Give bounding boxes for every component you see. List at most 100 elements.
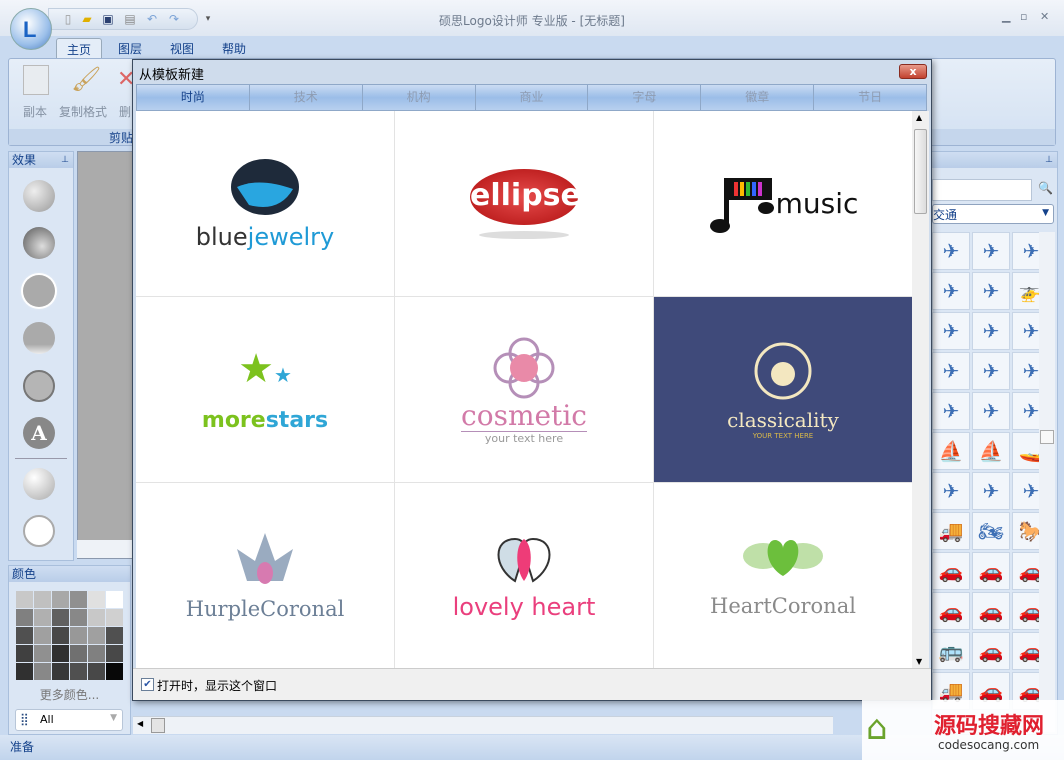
color-swatch[interactable] (52, 663, 69, 680)
color-swatch[interactable] (88, 627, 105, 644)
shape-item-icon[interactable]: 🚚 (932, 512, 970, 550)
copy-format-button[interactable]: 复制格式 (59, 103, 107, 120)
shape-item-icon[interactable]: ✈ (972, 272, 1010, 310)
shape-item-icon[interactable]: ✈ (972, 352, 1010, 390)
template-lovely-heart[interactable]: lovely heart (395, 483, 653, 668)
color-swatch[interactable] (106, 663, 123, 680)
shape-item-icon[interactable]: 🚗 (932, 552, 970, 590)
palette-select[interactable]: ⣿ All ▼ (15, 709, 123, 731)
horizontal-scrollbar[interactable]: ◀ (133, 716, 833, 734)
color-swatch[interactable] (88, 645, 105, 662)
color-swatch[interactable] (52, 609, 69, 626)
open-icon[interactable]: ▰ (80, 12, 94, 26)
color-swatch[interactable] (52, 645, 69, 662)
color-swatch[interactable] (70, 591, 87, 608)
tab-layers[interactable]: 图层 (108, 38, 152, 58)
color-swatch[interactable] (52, 591, 69, 608)
color-swatch[interactable] (88, 591, 105, 608)
shape-item-icon[interactable]: 🚗 (972, 632, 1010, 670)
shape-item-icon[interactable]: ⛵ (972, 432, 1010, 470)
tab-technology[interactable]: 技术 (250, 85, 363, 110)
tab-fashion[interactable]: 时尚 (137, 85, 250, 110)
color-swatch[interactable] (88, 663, 105, 680)
shape-item-icon[interactable]: 🚗 (932, 592, 970, 630)
template-scrollbar[interactable]: ▲ ▼ (912, 111, 929, 668)
color-swatch[interactable] (16, 591, 33, 608)
color-swatch[interactable] (106, 645, 123, 662)
color-swatch[interactable] (70, 609, 87, 626)
redo-icon[interactable]: ↷ (167, 12, 181, 26)
color-swatch[interactable] (70, 645, 87, 662)
effect-shadow[interactable] (23, 180, 55, 212)
minimize-button[interactable]: ▁ (1002, 10, 1010, 23)
pin-icon[interactable]: ⊥ (932, 152, 1057, 168)
search-icon[interactable]: 🔍 (1038, 181, 1053, 195)
scroll-left-icon[interactable]: ◀ (137, 719, 143, 728)
template-hurplecoronal[interactable]: HurpleCoronal (136, 483, 394, 668)
color-swatch[interactable] (34, 645, 51, 662)
scroll-down-icon[interactable]: ▼ (916, 657, 922, 666)
effect-inner-shadow[interactable] (23, 227, 55, 259)
color-swatch[interactable] (34, 663, 51, 680)
template-music[interactable]: music (654, 111, 912, 296)
shape-item-icon[interactable]: ✈ (972, 232, 1010, 270)
color-swatch[interactable] (16, 645, 33, 662)
shape-search-input[interactable] (932, 179, 1032, 201)
shape-item-icon[interactable]: 🏍 (972, 512, 1010, 550)
color-swatch[interactable] (34, 609, 51, 626)
color-swatch[interactable] (106, 627, 123, 644)
tab-home[interactable]: 主页 (56, 38, 103, 58)
print-icon[interactable]: ▤ (123, 12, 137, 26)
color-swatch[interactable] (16, 663, 33, 680)
effect-text-icon[interactable]: A (23, 417, 55, 449)
tab-business[interactable]: 商业 (476, 85, 589, 110)
tab-organization[interactable]: 机构 (363, 85, 476, 110)
shape-item-icon[interactable]: 🚗 (972, 552, 1010, 590)
shape-item-icon[interactable]: ✈ (932, 312, 970, 350)
shape-item-icon[interactable]: ✈ (932, 352, 970, 390)
dialog-close-button[interactable]: x (899, 64, 927, 79)
effect-reflection[interactable] (23, 322, 55, 354)
color-swatch[interactable] (106, 591, 123, 608)
save-icon[interactable]: ▣ (101, 12, 115, 26)
show-on-open-checkbox[interactable]: ✔ (141, 678, 154, 691)
template-cosmetic[interactable]: cosmetic your text here (395, 297, 653, 482)
shape-item-icon[interactable]: ✈ (972, 312, 1010, 350)
effect-gradient[interactable] (23, 468, 55, 500)
scroll-thumb[interactable] (1040, 430, 1054, 444)
shape-item-icon[interactable]: 🚌 (932, 632, 970, 670)
delete-button[interactable]: 删 (119, 103, 131, 120)
template-bluejewelry[interactable]: bluejewelry (136, 111, 394, 296)
new-icon[interactable]: ▯ (61, 12, 75, 26)
template-ellipse[interactable]: ellipse (395, 111, 653, 296)
pin-icon[interactable]: ⊥ (61, 152, 69, 168)
canvas-area[interactable] (77, 151, 133, 559)
duplicate-button[interactable]: 副本 (23, 103, 47, 120)
template-morestars[interactable]: ★★ morestars (136, 297, 394, 482)
shape-item-icon[interactable]: ✈ (932, 272, 970, 310)
effect-stroke[interactable] (23, 370, 55, 402)
effect-none[interactable] (23, 515, 55, 547)
color-swatch[interactable] (106, 609, 123, 626)
category-select[interactable]: 交通 ▼ (932, 204, 1054, 224)
color-swatch[interactable] (52, 627, 69, 644)
color-swatch[interactable] (34, 591, 51, 608)
canvas-scrollbar[interactable] (77, 540, 133, 558)
show-on-open-label[interactable]: 打开时，显示这个窗口 (157, 677, 277, 694)
shape-item-icon[interactable]: ✈ (932, 392, 970, 430)
shapes-scrollbar[interactable] (1039, 232, 1055, 732)
effect-glow[interactable] (23, 275, 55, 307)
template-classicality[interactable]: classicality YOUR TEXT HERE (654, 297, 912, 482)
undo-icon[interactable]: ↶ (145, 12, 159, 26)
shape-item-icon[interactable]: ⛵ (932, 432, 970, 470)
tab-badges[interactable]: 徽章 (701, 85, 815, 110)
maximize-button[interactable]: ▫ (1020, 10, 1027, 23)
tab-letters[interactable]: 字母 (588, 85, 702, 110)
color-swatch[interactable] (16, 609, 33, 626)
shape-item-icon[interactable]: ✈ (972, 392, 1010, 430)
shape-item-icon[interactable]: ✈ (932, 472, 970, 510)
scroll-thumb[interactable] (151, 718, 165, 733)
shape-item-icon[interactable]: 🚗 (972, 592, 1010, 630)
color-swatch[interactable] (70, 627, 87, 644)
shape-item-icon[interactable]: ✈ (932, 232, 970, 270)
